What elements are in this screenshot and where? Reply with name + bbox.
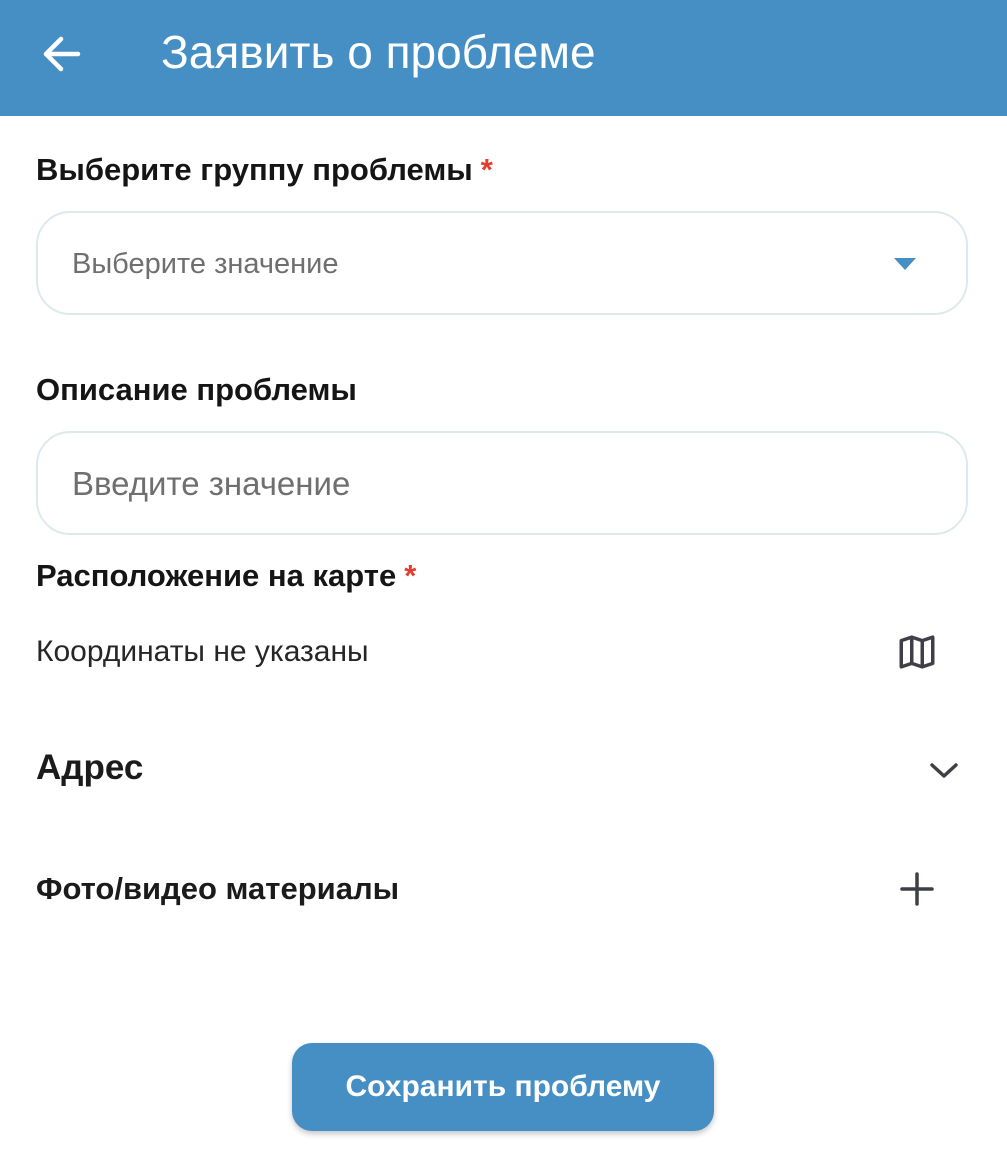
problem-group-placeholder: Выберите значение [72, 248, 339, 280]
plus-icon [900, 872, 934, 906]
location-label: Расположение на карте * [36, 558, 416, 594]
page-title: Заявить о проблеме [161, 26, 596, 78]
report-problem-screen: Заявить о проблеме Выберите группу пробл… [0, 0, 1007, 1163]
add-media-button[interactable] [894, 866, 940, 912]
coordinates-value: Координаты не указаны [36, 635, 369, 668]
map-icon [899, 635, 935, 669]
app-bar: Заявить о проблеме [0, 0, 1007, 116]
save-problem-button[interactable]: Сохранить проблему [292, 1043, 714, 1131]
chevron-down-icon [930, 763, 958, 778]
required-mark: * [404, 558, 417, 593]
caret-down-icon [894, 258, 916, 270]
arrow-left-icon [43, 36, 81, 72]
address-section-toggle[interactable]: Адрес [36, 748, 143, 788]
problem-group-label-text: Выберите группу проблемы [36, 152, 473, 187]
description-input[interactable]: Введите значение [36, 431, 968, 535]
problem-group-select[interactable]: Выберите значение [36, 211, 968, 315]
media-section-label: Фото/видео материалы [36, 871, 400, 906]
problem-group-label: Выберите группу проблемы * [36, 152, 493, 188]
description-label: Описание проблемы [36, 372, 357, 407]
description-placeholder: Введите значение [72, 465, 351, 502]
map-button[interactable] [890, 628, 944, 676]
address-expand-button[interactable] [922, 752, 966, 790]
back-button[interactable] [30, 22, 94, 86]
required-mark: * [480, 152, 493, 187]
location-label-text: Расположение на карте [36, 558, 397, 593]
